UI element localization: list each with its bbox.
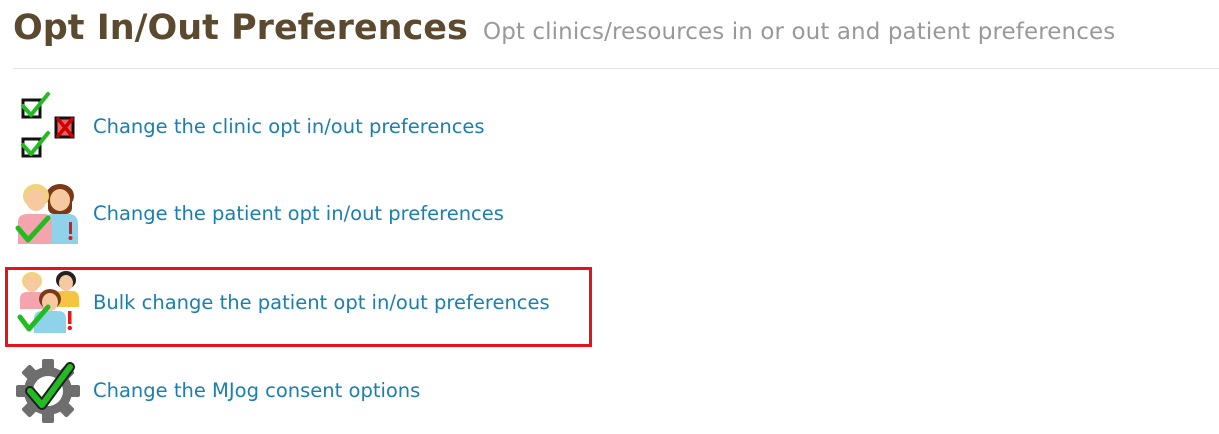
menu-item-bulk-patient-preferences[interactable]: Bulk change the patient opt in/out prefe… bbox=[14, 266, 550, 338]
menu-item-label[interactable]: Change the clinic opt in/out preferences bbox=[93, 115, 485, 138]
menu-item-label[interactable]: Change the MJog consent options bbox=[93, 379, 420, 402]
preferences-menu: Change the clinic opt in/out preferences… bbox=[0, 0, 1219, 434]
patients-icon bbox=[15, 184, 78, 244]
clinic-checklist-icon bbox=[21, 92, 75, 158]
menu-item-label[interactable]: Change the patient opt in/out preference… bbox=[93, 202, 504, 225]
menu-item-patient-preferences[interactable]: Change the patient opt in/out preference… bbox=[14, 177, 504, 249]
patients-group-icon bbox=[17, 271, 79, 333]
gear-check-icon bbox=[16, 359, 80, 423]
menu-item-label[interactable]: Bulk change the patient opt in/out prefe… bbox=[93, 291, 550, 314]
menu-item-clinic-preferences[interactable]: Change the clinic opt in/out preferences bbox=[14, 90, 485, 162]
menu-item-mjog-consent[interactable]: Change the MJog consent options bbox=[14, 354, 420, 426]
